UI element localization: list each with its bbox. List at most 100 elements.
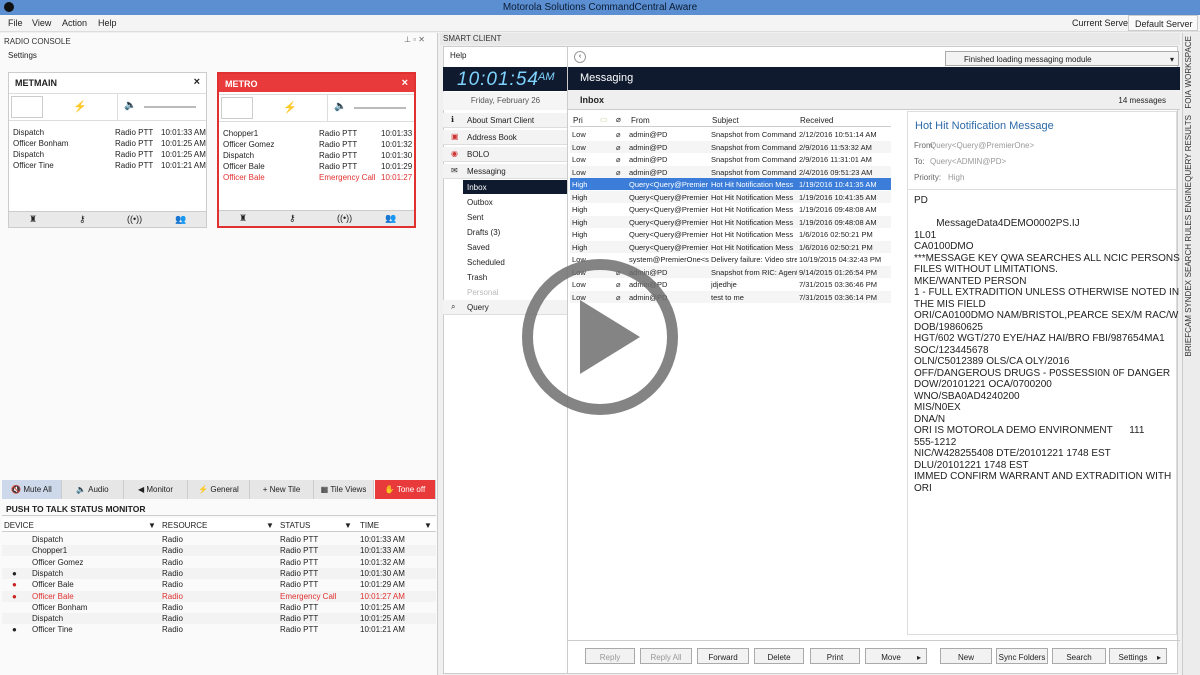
monitor-button[interactable]: ◀ Monitor [124, 480, 188, 499]
new-tile-button[interactable]: + New Tile [250, 480, 314, 499]
reply-all-button[interactable]: Reply All [640, 648, 692, 664]
message-row[interactable]: High Query<Query@Premier Hot Hit Notificat… [570, 203, 891, 215]
pin-icon[interactable]: ⊥ ▫ ✕ [404, 35, 425, 44]
new-button[interactable]: New [940, 648, 992, 664]
menu-view[interactable]: View [32, 18, 51, 28]
print-button[interactable]: Print [810, 648, 860, 664]
tile-views-button[interactable]: ▦ Tile Views [314, 480, 374, 499]
folder-scheduled[interactable]: Scheduled [463, 255, 567, 269]
table-row[interactable]: ● Officer Bale Radio Emergency Call 10:01:27… [2, 590, 436, 602]
status-dropdown[interactable]: Finished loading messaging module ▾ [945, 51, 1179, 66]
cell: 10:01:21 AM [360, 625, 405, 635]
lightning-icon[interactable]: ⚡ [73, 100, 87, 113]
nav-messaging[interactable]: ✉ Messaging [443, 164, 567, 179]
reply-button[interactable]: Reply [585, 648, 635, 664]
col-resource[interactable]: RESOURCE [162, 521, 207, 530]
radio-icon[interactable]: ♜ [29, 214, 37, 225]
tab-briefcam-syndex[interactable]: BRIEFCAM SYNDEX [1184, 280, 1193, 356]
table-row[interactable]: ● Officer Tine Radio Radio PTT 10:01:21 AM [2, 624, 436, 635]
tab-workspace[interactable]: WORKSPACE [1184, 36, 1193, 87]
filter-icon[interactable]: ▼ [266, 521, 274, 530]
col-status[interactable]: STATUS [280, 521, 310, 530]
settings-button[interactable]: Settings ▸ [1109, 648, 1167, 664]
search-button[interactable]: Search [1052, 648, 1106, 664]
cell: Officer Bale [32, 580, 74, 590]
table-row[interactable]: ● Officer Bale Radio Radio PTT 10:01:29 AM [2, 579, 436, 590]
tab-query-results[interactable]: QUERY RESULTS [1184, 115, 1193, 182]
help-link[interactable]: Help [450, 51, 466, 60]
message-row[interactable]: High Query<Query@Premier Hot Hit Notificat… [570, 215, 891, 228]
server-select[interactable]: Default Server [1128, 15, 1198, 31]
table-row[interactable]: ● Dispatch Radio Radio PTT 10:01:30 AM [2, 567, 436, 579]
message-row[interactable]: High Query<Query@Premier Hot Hit Notificat… [570, 178, 891, 190]
metro-tile[interactable]: METRO × ⚡ 🔈 Chopper1 Radio PTT 10:01:33 Of… [217, 72, 416, 228]
message-row[interactable]: High Query<Query@Premier Hot Hit Notificat… [570, 228, 891, 240]
col-from[interactable]: From [631, 116, 650, 125]
table-row[interactable]: Officer Gomez Radio Radio PTT 10:01:32 AM [2, 557, 436, 568]
move-button[interactable]: Move ▸ [865, 648, 927, 664]
message-row[interactable]: High Query<Query@Premier Hot Hit Notificat… [570, 240, 891, 253]
folder-outbox[interactable]: Outbox [463, 195, 567, 209]
flag-icon[interactable]: ▭ [600, 115, 608, 124]
lightning-icon[interactable]: ⚡ [283, 101, 297, 114]
select-box[interactable] [221, 97, 253, 119]
forward-button[interactable]: Forward [697, 648, 749, 664]
message-row[interactable]: ⌀ Low admin@PD Snapshot from Command 2/4/201… [570, 165, 891, 178]
cell: 1/19/2016 09:48:08 AM [799, 205, 877, 214]
metmain-tile[interactable]: METMAIN × ⚡ 🔈 Dispatch Radio PTT 10:01:33 … [8, 72, 207, 228]
play-icon[interactable] [522, 259, 678, 415]
message-row[interactable]: ⌀ Low admin@PD Snapshot from Command 2/9/201… [570, 140, 891, 153]
tab-foia[interactable]: FOIA [1184, 90, 1193, 109]
select-box[interactable] [11, 96, 43, 118]
key-icon[interactable]: ⚷ [289, 213, 296, 224]
broadcast-icon[interactable]: ((•)) [127, 214, 142, 224]
radio-icon[interactable]: ♜ [239, 213, 247, 224]
settings-link[interactable]: Settings [8, 51, 37, 60]
col-pri[interactable]: Pri [573, 116, 583, 125]
message-row[interactable]: ⌀ Low admin@PD Snapshot from Command 2/12/20… [570, 128, 891, 140]
volume-slider[interactable]: 🔈 [117, 94, 205, 120]
message-row[interactable]: High Query<Query@Premier Hot Hit Notificat… [570, 190, 891, 203]
col-subject[interactable]: Subject [712, 116, 739, 125]
menu-file[interactable]: File [8, 18, 23, 28]
folder-drafts-3[interactable]: Drafts (3) [463, 225, 567, 239]
general-button[interactable]: ⚡ General [188, 480, 250, 499]
nav-address-book[interactable]: ▣ Address Book [443, 130, 567, 145]
audio-button[interactable]: 🔈 Audio [62, 480, 124, 499]
smart-client-tab[interactable]: SMART CLIENT [440, 33, 1180, 45]
message-row[interactable]: ⌀ Low admin@PD Snapshot from Command 2/9/201… [570, 153, 891, 165]
slider-track [354, 107, 406, 109]
volume-slider[interactable]: 🔈 [327, 95, 415, 121]
table-row[interactable]: Dispatch Radio Radio PTT 10:01:25 AM [2, 613, 436, 625]
sync-folders-button[interactable]: Sync Folders [996, 648, 1048, 664]
tone-off-button[interactable]: ✋ Tone off [375, 480, 436, 499]
nav-about[interactable]: ℹ About Smart Client [443, 113, 567, 128]
users-icon[interactable]: 👥 [385, 213, 396, 224]
tab-rules-engine[interactable]: RULES ENGINE [1184, 182, 1193, 242]
close-icon[interactable]: × [194, 76, 200, 88]
filter-icon[interactable]: ▼ [424, 521, 432, 530]
folder-inbox[interactable]: Inbox [463, 180, 567, 194]
menu-action[interactable]: Action [62, 18, 87, 28]
mute-all-button[interactable]: 🔇 Mute All [2, 480, 62, 499]
col-received[interactable]: Received [800, 116, 833, 125]
nav-bolo[interactable]: ◉ BOLO [443, 147, 567, 162]
close-icon[interactable]: × [402, 77, 408, 89]
broadcast-icon[interactable]: ((•)) [337, 213, 352, 223]
users-icon[interactable]: 👥 [175, 214, 186, 225]
folder-saved[interactable]: Saved [463, 240, 567, 254]
tab-search[interactable]: SEARCH [1184, 244, 1193, 277]
table-row[interactable]: Officer Bonham Radio Radio PTT 10:01:25 AM [2, 602, 436, 613]
filter-icon[interactable]: ▼ [344, 521, 352, 530]
folder-sent[interactable]: Sent [463, 210, 567, 224]
back-icon[interactable]: ‹ [574, 51, 586, 63]
menu-help[interactable]: Help [98, 18, 117, 28]
col-device[interactable]: DEVICE [4, 521, 34, 530]
filter-icon[interactable]: ▼ [148, 521, 156, 530]
table-row[interactable]: Dispatch Radio Radio PTT 10:01:33 AM [2, 534, 436, 545]
key-icon[interactable]: ⚷ [79, 214, 86, 225]
table-row[interactable]: Chopper1 Radio Radio PTT 10:01:33 AM [2, 545, 436, 557]
attachment-icon[interactable]: ⌀ [616, 115, 621, 124]
delete-button[interactable]: Delete [754, 648, 804, 664]
col-time[interactable]: TIME [360, 521, 379, 530]
